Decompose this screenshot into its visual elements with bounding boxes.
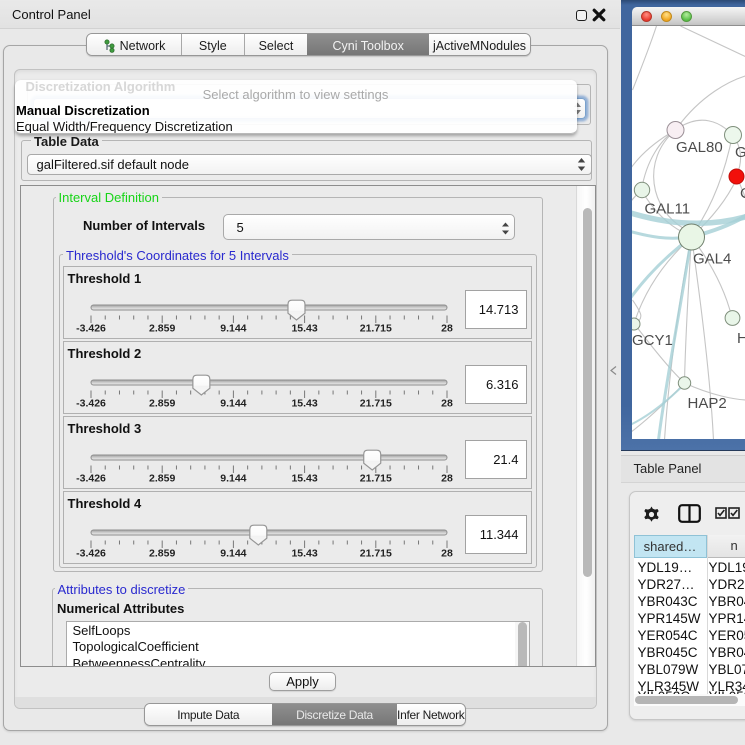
svg-text:H: H: [737, 330, 745, 347]
svg-text:15.43: 15.43: [291, 323, 317, 335]
svg-text:28: 28: [441, 398, 453, 410]
svg-text:21.715: 21.715: [360, 473, 392, 485]
svg-text:-3.426: -3.426: [76, 548, 106, 560]
svg-text:GAL11: GAL11: [644, 201, 690, 218]
svg-text:2.859: 2.859: [149, 323, 175, 335]
svg-text:21.715: 21.715: [360, 398, 392, 410]
svg-text:2.859: 2.859: [149, 548, 175, 560]
svg-text:28: 28: [441, 548, 453, 560]
svg-text:-3.426: -3.426: [76, 323, 106, 335]
svg-text:15.43: 15.43: [291, 548, 317, 560]
svg-text:2.859: 2.859: [149, 473, 175, 485]
svg-text:GAL80: GAL80: [676, 139, 723, 156]
svg-text:28: 28: [441, 473, 453, 485]
svg-text:9.144: 9.144: [220, 548, 246, 560]
svg-text:15.43: 15.43: [291, 473, 317, 485]
svg-text:21.715: 21.715: [360, 323, 392, 335]
svg-text:15.43: 15.43: [291, 398, 317, 410]
svg-text:21.715: 21.715: [360, 548, 392, 560]
svg-text:-3.426: -3.426: [76, 398, 106, 410]
svg-text:9.144: 9.144: [220, 323, 246, 335]
svg-text:GCY1: GCY1: [632, 332, 673, 349]
svg-text:GAL4: GAL4: [693, 251, 731, 268]
svg-text:-3.426: -3.426: [76, 473, 106, 485]
svg-text:C: C: [740, 185, 745, 202]
svg-text:28: 28: [441, 323, 453, 335]
svg-text:GA: GA: [735, 144, 745, 161]
svg-text:9.144: 9.144: [220, 398, 246, 410]
svg-text:2.859: 2.859: [149, 398, 175, 410]
svg-text:HAP2: HAP2: [687, 395, 726, 412]
svg-text:9.144: 9.144: [220, 473, 246, 485]
